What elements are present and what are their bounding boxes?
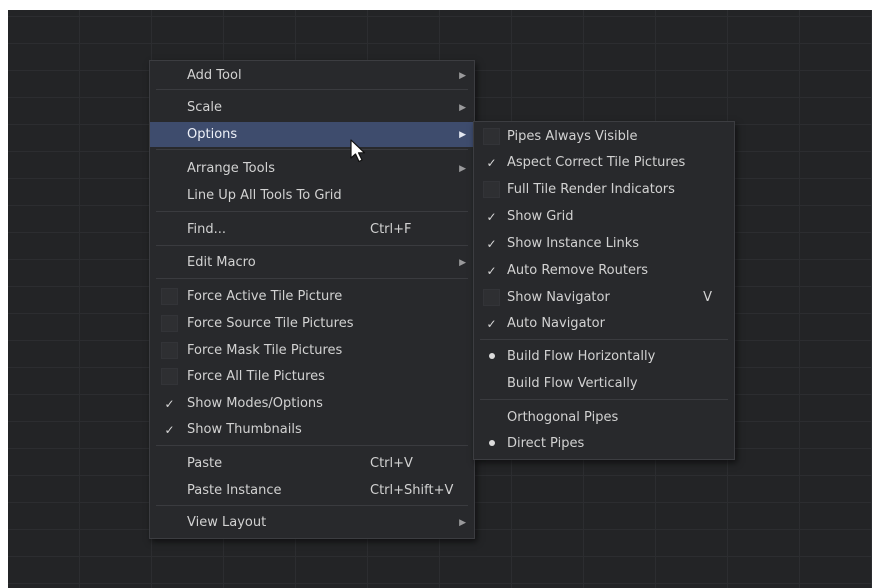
checkbox-unchecked-icon bbox=[161, 288, 178, 305]
menu-item-label: Auto Navigator bbox=[507, 316, 605, 331]
menu-item-direct-pipes[interactable]: Direct Pipes bbox=[474, 430, 734, 457]
check-icon: ✓ bbox=[486, 209, 497, 224]
menu-item-auto-navigator[interactable]: ✓ Auto Navigator bbox=[474, 310, 734, 337]
menu-item-force-mask-tiles[interactable]: Force Mask Tile Pictures bbox=[150, 337, 474, 364]
menu-item-shortcut: V bbox=[703, 290, 712, 305]
radio-selected-icon bbox=[489, 353, 495, 359]
menu-separator bbox=[156, 149, 468, 150]
menu-item-show-thumbnails[interactable]: ✓ Show Thumbnails bbox=[150, 416, 474, 443]
menu-item-orthogonal-pipes[interactable]: Orthogonal Pipes bbox=[474, 404, 734, 431]
submenu-arrow-icon: ▶ bbox=[459, 163, 466, 174]
menu-item-show-modes-options[interactable]: ✓ Show Modes/Options bbox=[150, 390, 474, 417]
submenu-arrow-icon: ▶ bbox=[459, 517, 466, 528]
menu-item-find[interactable]: Find... Ctrl+F bbox=[150, 216, 474, 243]
options-submenu: Pipes Always Visible ✓ Aspect Correct Ti… bbox=[473, 121, 735, 460]
menu-separator bbox=[156, 211, 468, 212]
submenu-arrow-icon: ▶ bbox=[459, 102, 466, 113]
checkbox-unchecked-icon bbox=[161, 342, 178, 359]
menu-separator bbox=[480, 399, 728, 400]
menu-item-label: Force Mask Tile Pictures bbox=[187, 343, 343, 358]
menu-item-auto-remove-routers[interactable]: ✓ Auto Remove Routers bbox=[474, 257, 734, 284]
menu-item-show-grid[interactable]: ✓ Show Grid bbox=[474, 203, 734, 230]
checkbox-unchecked-icon bbox=[483, 289, 500, 306]
menu-item-label: Orthogonal Pipes bbox=[507, 410, 619, 425]
menu-item-full-tile-render[interactable]: Full Tile Render Indicators bbox=[474, 176, 734, 203]
menu-item-shortcut: Ctrl+V bbox=[370, 456, 413, 471]
menu-item-label: Show Instance Links bbox=[507, 236, 640, 251]
check-icon: ✓ bbox=[164, 422, 175, 437]
menu-item-label: Edit Macro bbox=[187, 255, 256, 270]
menu-item-label: Show Navigator bbox=[507, 290, 610, 305]
menu-item-show-instance-links[interactable]: ✓ Show Instance Links bbox=[474, 230, 734, 257]
menu-item-label: Paste Instance bbox=[187, 483, 282, 498]
menu-separator bbox=[156, 89, 468, 90]
menu-item-label: Force All Tile Pictures bbox=[187, 369, 325, 384]
menu-item-label: Options bbox=[187, 127, 238, 142]
menu-item-show-navigator[interactable]: Show Navigator V bbox=[474, 284, 734, 311]
submenu-arrow-icon: ▶ bbox=[459, 129, 466, 140]
menu-item-scale[interactable]: Scale ▶ bbox=[150, 94, 474, 121]
menu-separator bbox=[480, 339, 728, 340]
menu-item-label: Full Tile Render Indicators bbox=[507, 182, 675, 197]
radio-selected-icon bbox=[489, 440, 495, 446]
menu-item-line-up-tools[interactable]: Line Up All Tools To Grid bbox=[150, 182, 474, 209]
menu-item-add-tool[interactable]: Add Tool ▶ bbox=[150, 62, 474, 89]
menu-item-label: Direct Pipes bbox=[507, 436, 585, 451]
context-menu: Add Tool ▶ Scale ▶ Options ▶ Arrange Too… bbox=[149, 60, 475, 539]
menu-item-label: Auto Remove Routers bbox=[507, 263, 649, 278]
menu-item-label: Build Flow Horizontally bbox=[507, 349, 656, 364]
menu-item-label: Arrange Tools bbox=[187, 161, 275, 176]
checkbox-unchecked-icon bbox=[483, 181, 500, 198]
check-icon: ✓ bbox=[486, 236, 497, 251]
menu-item-label: Force Source Tile Pictures bbox=[187, 316, 354, 331]
check-icon: ✓ bbox=[486, 316, 497, 331]
mouse-cursor-icon bbox=[350, 139, 366, 163]
submenu-arrow-icon: ▶ bbox=[459, 257, 466, 268]
menu-item-pipes-always-visible[interactable]: Pipes Always Visible bbox=[474, 123, 734, 150]
menu-separator bbox=[156, 278, 468, 279]
menu-item-label: Show Modes/Options bbox=[187, 396, 323, 411]
menu-item-label: View Layout bbox=[187, 515, 267, 530]
menu-item-build-flow-vertically[interactable]: Build Flow Vertically bbox=[474, 370, 734, 397]
menu-item-label: Show Thumbnails bbox=[187, 422, 302, 437]
menu-item-shortcut: Ctrl+Shift+V bbox=[370, 483, 454, 498]
menu-item-view-layout[interactable]: View Layout ▶ bbox=[150, 509, 474, 536]
menu-item-label: Pipes Always Visible bbox=[507, 129, 638, 144]
menu-item-force-all-tiles[interactable]: Force All Tile Pictures bbox=[150, 363, 474, 390]
checkbox-unchecked-icon bbox=[161, 368, 178, 385]
menu-item-arrange-tools[interactable]: Arrange Tools ▶ bbox=[150, 155, 474, 182]
menu-item-label: Add Tool bbox=[187, 68, 242, 83]
menu-separator bbox=[156, 245, 468, 246]
menu-item-shortcut: Ctrl+F bbox=[370, 222, 412, 237]
checkbox-unchecked-icon bbox=[161, 315, 178, 332]
menu-item-label: Find... bbox=[187, 222, 227, 237]
menu-item-label: Force Active Tile Picture bbox=[187, 289, 343, 304]
check-icon: ✓ bbox=[164, 396, 175, 411]
menu-separator bbox=[156, 445, 468, 446]
checkbox-unchecked-icon bbox=[483, 128, 500, 145]
menu-item-label: Aspect Correct Tile Pictures bbox=[507, 155, 686, 170]
menu-item-paste[interactable]: Paste Ctrl+V bbox=[150, 450, 474, 477]
menu-item-options[interactable]: Options ▶ bbox=[150, 122, 474, 147]
menu-item-edit-macro[interactable]: Edit Macro ▶ bbox=[150, 249, 474, 276]
menu-item-label: Build Flow Vertically bbox=[507, 376, 638, 391]
menu-item-label: Line Up All Tools To Grid bbox=[187, 188, 342, 203]
check-icon: ✓ bbox=[486, 263, 497, 278]
menu-item-label: Scale bbox=[187, 100, 222, 115]
menu-item-paste-instance[interactable]: Paste Instance Ctrl+Shift+V bbox=[150, 477, 474, 504]
menu-item-force-active-tile[interactable]: Force Active Tile Picture bbox=[150, 283, 474, 310]
menu-item-label: Show Grid bbox=[507, 209, 574, 224]
menu-item-build-flow-horizontally[interactable]: Build Flow Horizontally bbox=[474, 343, 734, 370]
check-icon: ✓ bbox=[486, 155, 497, 170]
menu-separator bbox=[156, 505, 468, 506]
menu-item-force-source-tiles[interactable]: Force Source Tile Pictures bbox=[150, 310, 474, 337]
menu-item-aspect-correct-tiles[interactable]: ✓ Aspect Correct Tile Pictures bbox=[474, 149, 734, 176]
menu-item-label: Paste bbox=[187, 456, 223, 471]
submenu-arrow-icon: ▶ bbox=[459, 70, 466, 81]
